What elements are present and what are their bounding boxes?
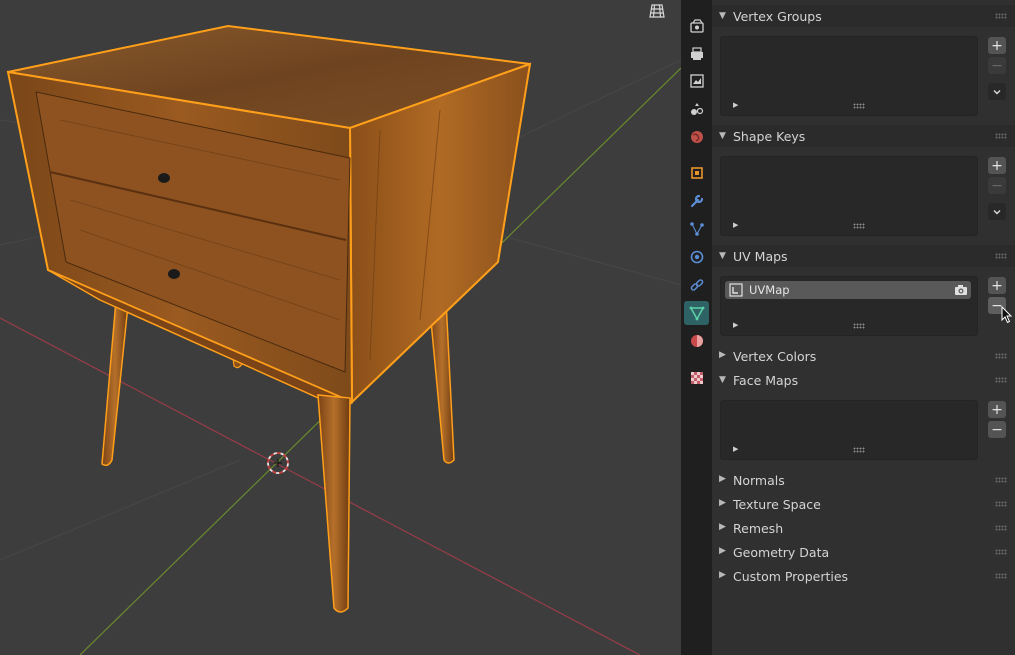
drag-grip-icon[interactable]	[995, 477, 1007, 483]
drag-grip-icon[interactable]	[995, 525, 1007, 531]
shape-key-remove-button[interactable]: −	[988, 177, 1006, 194]
collapsed-arrow-icon: ▶	[719, 522, 726, 532]
material-icon[interactable]	[684, 329, 709, 353]
particles-icon[interactable]	[684, 217, 709, 241]
back-leg-left	[101, 298, 129, 467]
uv-maps-list[interactable]: UVMap ▶	[720, 276, 978, 336]
drag-grip-icon[interactable]	[995, 253, 1007, 259]
texture-space-header[interactable]: ▶ Texture Space	[712, 493, 1015, 515]
object-icon[interactable]	[684, 161, 709, 185]
drag-grip-icon[interactable]	[995, 353, 1007, 359]
list-filter-arrow-icon[interactable]: ▶	[733, 101, 738, 109]
uv-map-add-button[interactable]: +	[988, 277, 1006, 294]
chevron-down-icon	[993, 209, 1001, 214]
list-resize-grip-icon[interactable]	[853, 103, 865, 109]
expanded-arrow-icon: ▼	[719, 11, 726, 21]
texture-space-title: Texture Space	[733, 497, 821, 512]
drag-grip-icon[interactable]	[995, 133, 1007, 139]
uv-maps-title: UV Maps	[733, 248, 788, 264]
collapsed-arrow-icon: ▶	[719, 350, 726, 360]
uv-map-list-item[interactable]: UVMap	[725, 281, 971, 299]
remesh-header[interactable]: ▶ Remesh	[712, 517, 1015, 539]
face-map-add-button[interactable]: +	[988, 401, 1006, 418]
collapsed-arrow-icon: ▶	[719, 474, 726, 484]
shape-key-add-button[interactable]: +	[988, 157, 1006, 174]
world-icon[interactable]	[684, 125, 709, 149]
geometry-data-header[interactable]: ▶ Geometry Data	[712, 541, 1015, 563]
3d-cursor	[267, 452, 289, 474]
modifier-wrench-icon[interactable]	[684, 189, 709, 213]
shape-keys-list[interactable]: ▶	[720, 156, 978, 236]
3d-viewport[interactable]	[0, 0, 681, 655]
object-data-mesh-icon[interactable]	[684, 301, 709, 325]
viewport-scene	[0, 24, 681, 655]
vertex-groups-header[interactable]: ▼ Vertex Groups	[712, 5, 1015, 27]
properties-tab-bar	[681, 0, 712, 655]
list-resize-grip-icon[interactable]	[853, 323, 865, 329]
drag-grip-icon[interactable]	[995, 501, 1007, 507]
view-layer-icon[interactable]	[684, 69, 709, 93]
front-leg-right	[317, 394, 351, 613]
uv-maps-header[interactable]: ▼ UV Maps	[712, 245, 1015, 267]
output-icon[interactable]	[684, 42, 709, 66]
face-maps-list[interactable]: ▶	[720, 400, 978, 460]
face-maps-header[interactable]: ▼ Face Maps	[712, 369, 1015, 391]
list-filter-arrow-icon[interactable]: ▶	[733, 445, 738, 453]
shape-keys-title: Shape Keys	[733, 128, 806, 144]
expanded-arrow-icon: ▼	[719, 375, 726, 385]
drawer-knob-top	[158, 173, 170, 183]
vertex-group-specials-button[interactable]	[988, 83, 1006, 100]
normals-title: Normals	[733, 473, 785, 488]
drag-grip-icon[interactable]	[995, 377, 1007, 383]
expanded-arrow-icon: ▼	[719, 251, 726, 261]
remesh-title: Remesh	[733, 521, 784, 536]
drag-grip-icon[interactable]	[995, 13, 1007, 19]
camera-render-icon[interactable]	[954, 284, 968, 296]
properties-editor: ▼ Vertex Groups ▶ + − ▼ Shape Keys ▶ + −…	[712, 0, 1015, 655]
texture-checker-icon[interactable]	[684, 366, 709, 390]
constraints-icon[interactable]	[684, 273, 709, 297]
drag-grip-icon[interactable]	[995, 573, 1007, 579]
shape-key-specials-button[interactable]	[988, 203, 1006, 220]
vertex-groups-title: Vertex Groups	[733, 8, 822, 24]
list-filter-arrow-icon[interactable]: ▶	[733, 321, 738, 329]
drawer-knob-bottom	[168, 269, 180, 279]
vertex-groups-list[interactable]: ▶	[720, 36, 978, 116]
geometry-data-title: Geometry Data	[733, 545, 830, 560]
drag-grip-icon[interactable]	[995, 549, 1007, 555]
uv-map-name[interactable]: UVMap	[749, 283, 790, 297]
render-icon[interactable]	[684, 14, 709, 38]
collapsed-arrow-icon: ▶	[719, 546, 726, 556]
chevron-down-icon	[993, 89, 1001, 94]
vertex-colors-title: Vertex Colors	[733, 349, 817, 364]
collapsed-arrow-icon: ▶	[719, 570, 726, 580]
mouse-cursor-icon	[1001, 306, 1013, 324]
physics-icon[interactable]	[684, 245, 709, 269]
uv-group-icon	[729, 283, 743, 297]
list-resize-grip-icon[interactable]	[853, 447, 865, 453]
vertex-group-remove-button[interactable]: −	[988, 57, 1006, 74]
shape-keys-header[interactable]: ▼ Shape Keys	[712, 125, 1015, 147]
face-map-remove-button[interactable]: −	[988, 421, 1006, 438]
custom-properties-title: Custom Properties	[733, 569, 849, 584]
collapsed-arrow-icon: ▶	[719, 498, 726, 508]
vertex-group-add-button[interactable]: +	[988, 37, 1006, 54]
normals-header[interactable]: ▶ Normals	[712, 469, 1015, 491]
custom-properties-header[interactable]: ▶ Custom Properties	[712, 565, 1015, 587]
expanded-arrow-icon: ▼	[719, 131, 726, 141]
scene-icon[interactable]	[684, 97, 709, 121]
face-maps-title: Face Maps	[733, 372, 799, 388]
list-resize-grip-icon[interactable]	[853, 223, 865, 229]
list-filter-arrow-icon[interactable]: ▶	[733, 221, 738, 229]
vertex-colors-header[interactable]: ▶ Vertex Colors	[712, 345, 1015, 367]
grid-overlay-icon[interactable]	[646, 0, 668, 22]
